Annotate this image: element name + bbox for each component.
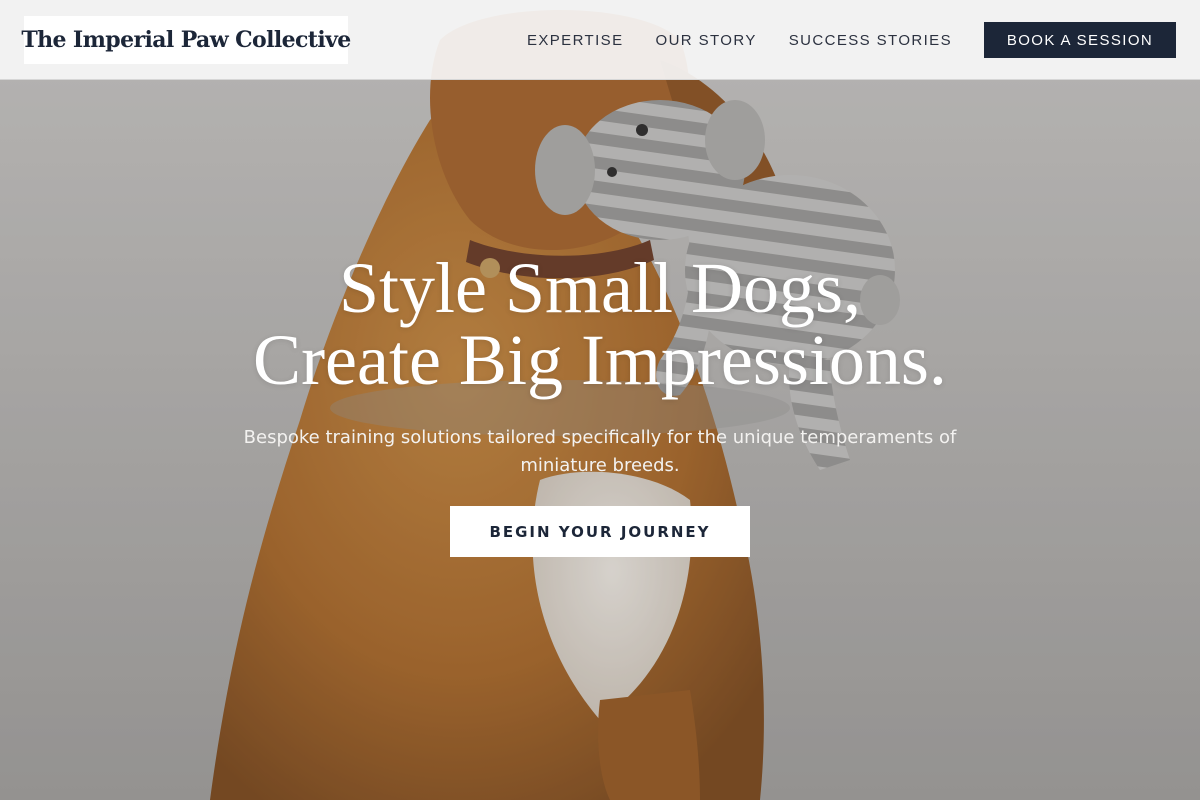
logo-text: The Imperial Paw Collective <box>21 27 351 53</box>
main-nav: EXPERTISE OUR STORY SUCCESS STORIES BOOK… <box>527 0 1176 80</box>
book-session-button[interactable]: BOOK A SESSION <box>984 22 1176 58</box>
hero-section <box>0 0 1200 800</box>
nav-link-expertise[interactable]: EXPERTISE <box>527 32 624 49</box>
begin-journey-button[interactable]: BEGIN YOUR JOURNEY <box>450 506 750 557</box>
logo[interactable]: The Imperial Paw Collective <box>21 16 351 64</box>
hero-headline-line-2: Create Big Impressions. <box>253 320 947 400</box>
hero-headline: Style Small Dogs, Create Big Impressions… <box>100 252 1100 396</box>
nav-link-success-stories[interactable]: SUCCESS STORIES <box>789 32 952 49</box>
nav-link-our-story[interactable]: OUR STORY <box>656 32 757 49</box>
site-header: The Imperial Paw Collective EXPERTISE OU… <box>0 0 1200 80</box>
hero-dim-overlay <box>0 0 1200 800</box>
hero-headline-line-1: Style Small Dogs, <box>338 248 862 328</box>
hero-subtitle: Bespoke training solutions tailored spec… <box>243 427 957 476</box>
